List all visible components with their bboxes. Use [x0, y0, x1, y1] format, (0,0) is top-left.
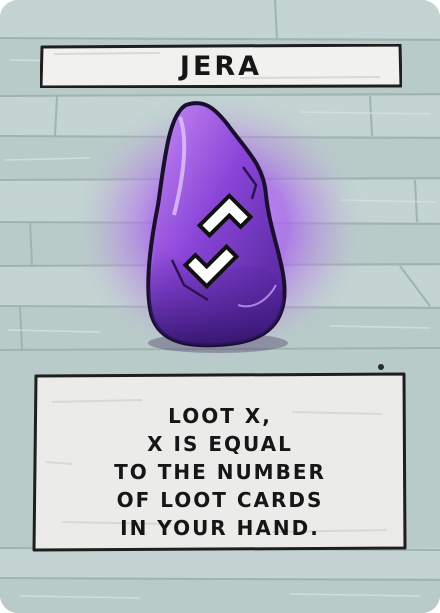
description-line: LOOT X, — [168, 404, 272, 428]
description-line: TO THE NUMBER — [114, 460, 326, 484]
card-title: JERA — [179, 50, 263, 82]
loot-card[interactable]: JERA LOOT X, X IS EQUAL TO THE NUMBER OF… — [0, 0, 440, 613]
rune-stone-art — [146, 101, 288, 353]
description-line: OF LOOT CARDS — [116, 488, 324, 512]
card-description: LOOT X, X IS EQUAL TO THE NUMBER OF LOOT… — [60, 402, 380, 542]
description-line: X IS EQUAL — [147, 432, 293, 456]
description-line: IN YOUR HAND. — [120, 516, 320, 540]
